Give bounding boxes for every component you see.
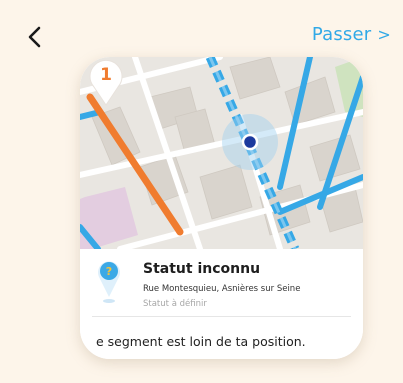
segment-title: Statut inconnu — [143, 261, 261, 277]
divider — [92, 316, 351, 317]
segment-status: Statut à définir — [143, 299, 207, 309]
map-view[interactable]: 1 — [80, 57, 363, 249]
segment-card: 1 ? Statut inconnu Rue Montesquieu, Asni… — [80, 57, 363, 359]
question-location-pin-icon: ? — [94, 257, 124, 305]
back-button[interactable] — [22, 24, 48, 50]
distance-message: e segment est loin de ta position. — [96, 334, 306, 349]
step-badge-number: 1 — [100, 65, 112, 85]
skip-button[interactable]: Passer > — [312, 24, 391, 45]
skip-label: Passer — [311, 24, 372, 45]
chevron-right-icon: > — [377, 25, 391, 44]
step-badge: 1 — [86, 57, 126, 107]
position-dot — [241, 133, 259, 151]
svg-text:?: ? — [106, 265, 112, 278]
segment-address: Rue Montesquieu, Asnières sur Seine — [143, 284, 301, 294]
segment-info: ? Statut inconnu Rue Montesquieu, Asnièr… — [80, 249, 363, 359]
chevron-left-icon — [28, 26, 41, 48]
